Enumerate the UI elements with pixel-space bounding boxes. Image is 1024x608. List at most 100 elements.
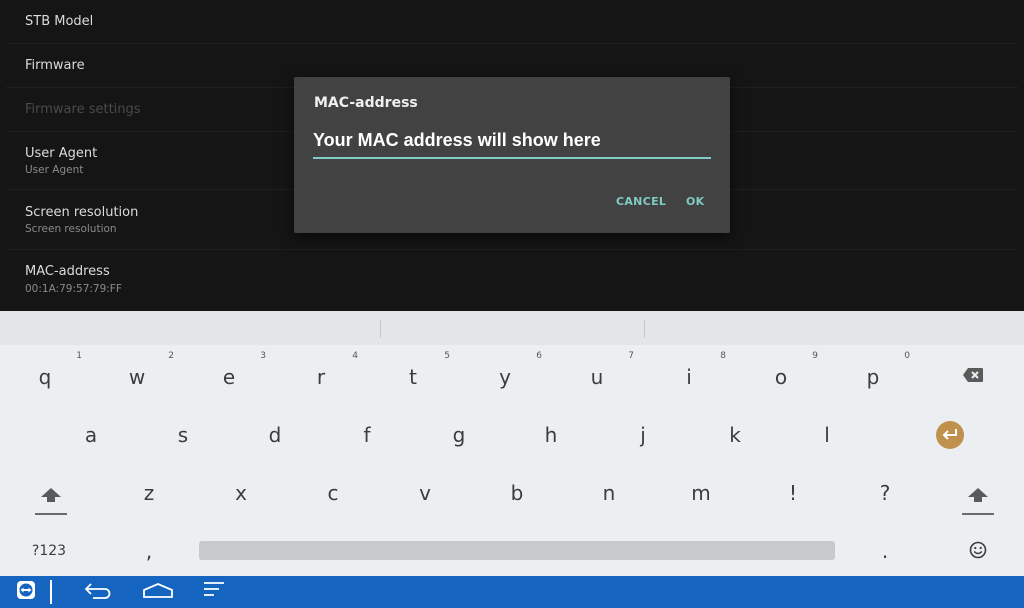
key-label: e [222,365,236,389]
key-s[interactable]: s [138,403,228,459]
backspace-key[interactable] [924,345,1024,401]
key-question[interactable]: ? [840,461,930,517]
suggestion-divider [644,320,645,338]
key-label: y [499,365,511,389]
key-label: s [177,423,189,447]
key-hint: 5 [444,351,450,361]
key-label: x [235,481,247,505]
key-f[interactable]: f [322,403,412,459]
key-w[interactable]: 2 w [92,345,182,401]
key-label: n [602,481,616,505]
key-label: ?123 [31,543,67,559]
key-label: j [640,423,646,447]
key-r[interactable]: 4 r [276,345,366,401]
key-n[interactable]: n [564,461,654,517]
key-hint: 7 [628,351,634,361]
key-exclamation[interactable]: ! [748,461,838,517]
key-v[interactable]: v [380,461,470,517]
key-label: t [409,365,417,389]
shift-icon [968,487,988,506]
key-q[interactable]: 1 q [0,345,90,401]
key-hint: 4 [352,351,358,361]
key-x[interactable]: x [196,461,286,517]
key-u[interactable]: 7 u [552,345,642,401]
key-t[interactable]: 5 t [368,345,458,401]
mac-address-dialog: MAC-address CANCEL OK [294,77,730,233]
key-label: ? [879,481,891,505]
shift-key-right[interactable] [932,461,1022,517]
suggestion-divider [380,320,381,338]
system-navbar [0,576,1024,608]
key-comma[interactable]: , [104,519,194,575]
key-g[interactable]: g [414,403,504,459]
navbar-divider [50,580,52,604]
ok-button[interactable]: OK [686,195,704,208]
key-label: w [128,365,146,389]
key-label: h [544,423,558,447]
space-bar[interactable] [199,541,835,560]
setting-subtitle: Screen resolution [25,223,117,235]
shift-icon [41,487,61,506]
setting-title: Firmware settings [25,102,141,117]
key-label: k [729,423,741,447]
key-label: q [38,365,52,389]
key-hint: 0 [904,351,910,361]
key-label: l [824,423,830,447]
symbols-key[interactable]: ?123 [6,519,96,575]
key-y[interactable]: 6 y [460,345,550,401]
key-label: p [866,365,880,389]
key-b[interactable]: b [472,461,562,517]
enter-icon [935,420,965,454]
key-c[interactable]: c [288,461,378,517]
key-h[interactable]: h [506,403,596,459]
key-p[interactable]: 0 p [828,345,918,401]
shift-indicator [962,513,994,515]
key-j[interactable]: j [598,403,688,459]
key-k[interactable]: k [690,403,780,459]
key-o[interactable]: 9 o [736,345,826,401]
backspace-icon [962,367,984,387]
mac-address-input[interactable] [313,129,711,159]
key-e[interactable]: 3 e [184,345,274,401]
key-hint: 6 [536,351,542,361]
key-a[interactable]: a [46,403,136,459]
key-label: . [881,539,889,563]
emoji-icon [969,541,987,563]
key-label: v [419,481,431,505]
menu-button[interactable] [192,576,236,608]
enter-key[interactable] [904,403,1004,459]
key-hint: 1 [76,351,82,361]
onscreen-keyboard: 1 q 2 w 3 e 4 r 5 t 6 y 7 u 8 i 9 o 0 p [0,311,1024,576]
key-label: r [316,365,326,389]
key-label: o [774,365,788,389]
teamviewer-button[interactable] [4,576,48,608]
key-label: m [691,481,711,505]
cancel-button[interactable]: CANCEL [616,195,666,208]
home-button[interactable] [136,576,180,608]
key-label: ! [788,481,798,505]
setting-title: STB Model [25,14,94,29]
key-l[interactable]: l [782,403,872,459]
key-label: f [363,423,371,447]
key-hint: 2 [168,351,174,361]
emoji-key[interactable] [932,519,1022,575]
key-i[interactable]: 8 i [644,345,734,401]
setting-mac-address[interactable]: MAC-address 00:1A:79:57:79:FF [6,250,1018,310]
key-period[interactable]: . [840,519,930,575]
key-m[interactable]: m [656,461,746,517]
key-hint: 9 [812,351,818,361]
back-button[interactable] [76,576,120,608]
key-label: , [145,539,153,563]
key-d[interactable]: d [230,403,320,459]
key-z[interactable]: z [104,461,194,517]
key-label: b [510,481,524,505]
key-label: i [686,365,692,389]
key-label: g [452,423,466,447]
setting-title: MAC-address [25,264,110,279]
setting-title: User Agent [25,146,98,161]
shift-key-left[interactable] [6,461,96,517]
teamviewer-icon [16,580,36,604]
setting-subtitle: User Agent [25,164,84,176]
setting-stb-model[interactable]: STB Model [6,0,1018,44]
setting-subtitle: 00:1A:79:57:79:FF [25,283,122,295]
